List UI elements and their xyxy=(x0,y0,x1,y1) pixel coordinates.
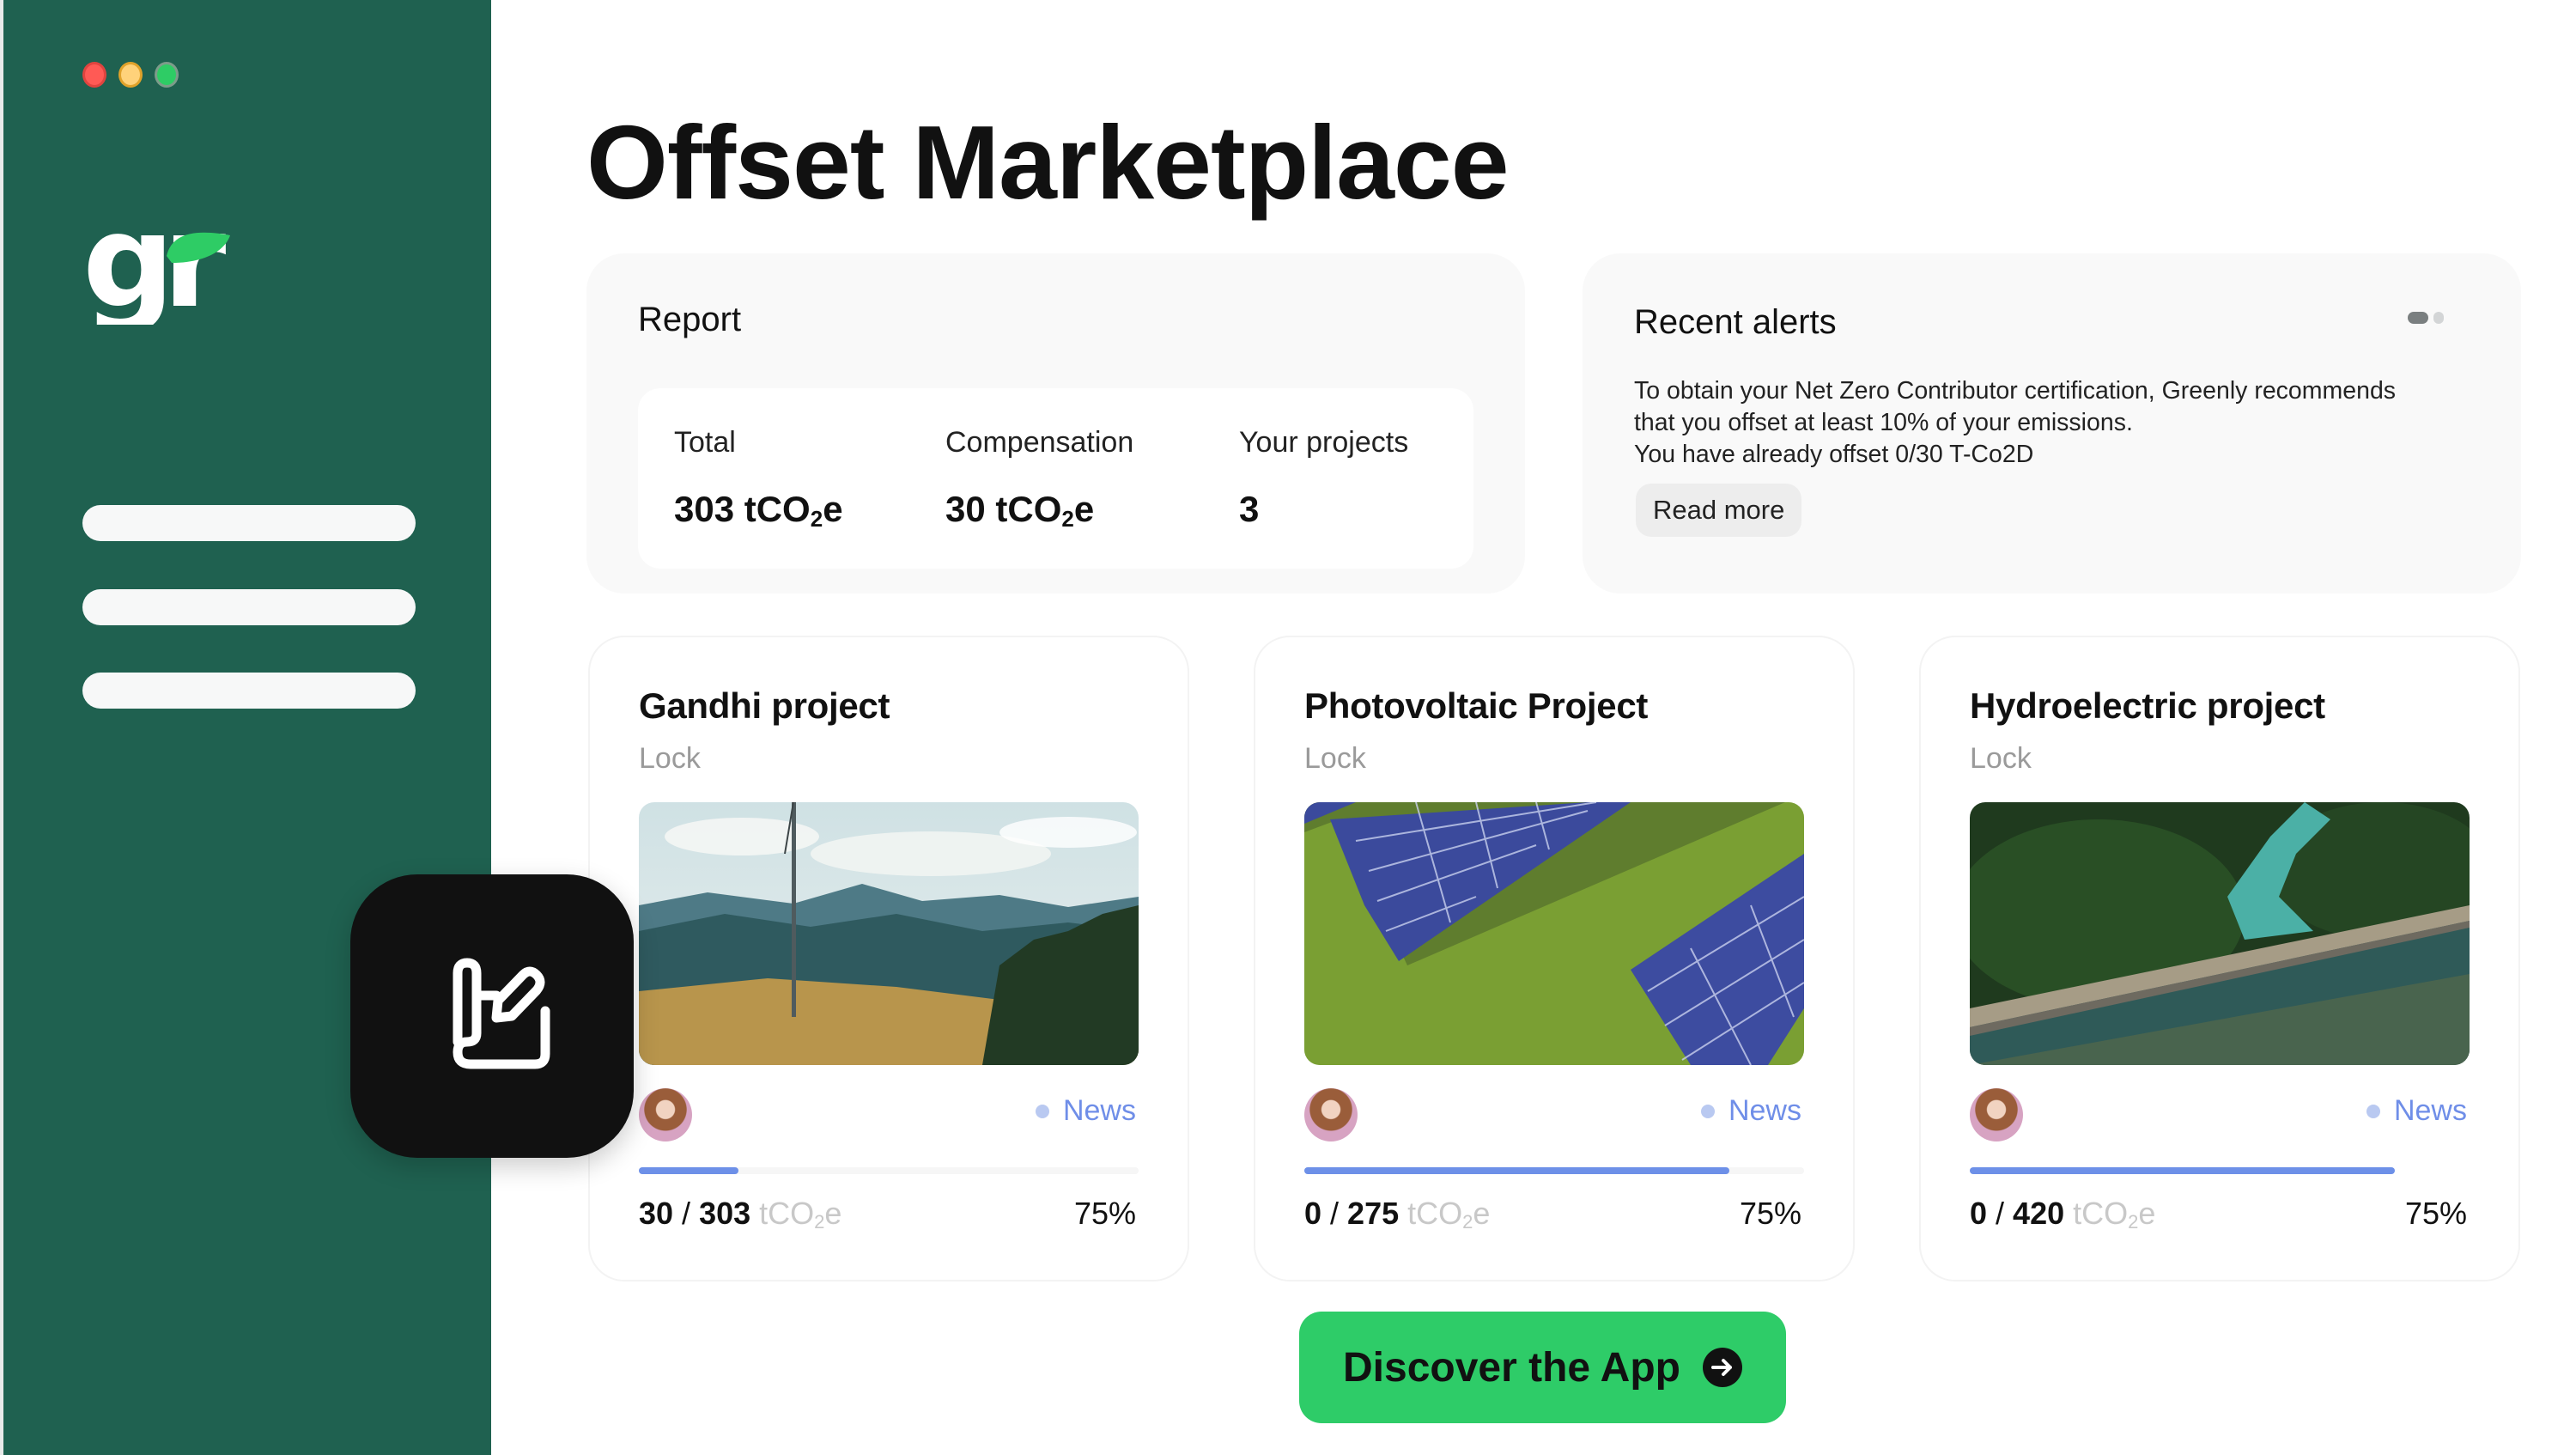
discover-app-button[interactable]: Discover the App xyxy=(1299,1312,1786,1423)
progress-percent: 75% xyxy=(1739,1196,1801,1231)
stat-label: Compensation xyxy=(945,426,1134,459)
news-label: News xyxy=(1062,1094,1136,1127)
greenly-logo[interactable]: gr xyxy=(82,187,238,337)
arrow-right-icon xyxy=(1702,1348,1742,1387)
news-tag[interactable]: News xyxy=(1035,1094,1136,1128)
maximize-window-button[interactable] xyxy=(155,62,179,88)
project-card[interactable]: Hydroelectric project Lock News 0 / 420 … xyxy=(1919,636,2520,1281)
progress-bar xyxy=(639,1167,1139,1174)
progress-bar xyxy=(1304,1167,1804,1174)
stat-value: 30 tCO2e xyxy=(945,489,1095,532)
progress-percent: 75% xyxy=(2404,1196,2467,1231)
report-stats: Total 303 tCO2e Compensation 30 tCO2e Yo… xyxy=(638,388,1473,569)
logo-text: gr xyxy=(82,213,226,325)
project-card[interactable]: Photovoltaic Project Lock News 0 / 275 t… xyxy=(1254,636,1855,1281)
news-tag[interactable]: News xyxy=(1700,1094,1801,1128)
project-image-hydro-dam xyxy=(1970,802,2470,1065)
project-status: Lock xyxy=(639,742,701,775)
offset-amount: 0 / 420 tCO2e xyxy=(1970,1196,2156,1233)
progress-fill xyxy=(1970,1167,2395,1174)
sidebar: gr xyxy=(0,0,491,1455)
news-tag[interactable]: News xyxy=(2366,1094,2467,1128)
close-window-button[interactable] xyxy=(82,62,106,88)
stat-value: 303 tCO2e xyxy=(674,489,843,532)
stat-label: Your projects xyxy=(1239,426,1409,459)
project-title: Photovoltaic Project xyxy=(1304,685,1649,726)
offset-amount: 30 / 303 tCO2e xyxy=(639,1196,842,1233)
project-status: Lock xyxy=(1304,742,1366,775)
page-title: Offset Marketplace xyxy=(586,104,1510,221)
app-icon[interactable] xyxy=(350,874,634,1158)
minimize-window-button[interactable] xyxy=(118,62,143,88)
project-title: Hydroelectric project xyxy=(1970,685,2325,726)
alerts-title: Recent alerts xyxy=(1634,303,1837,341)
stat-label: Total xyxy=(674,426,736,459)
progress-fill xyxy=(1304,1167,1729,1174)
project-title: Gandhi project xyxy=(639,685,890,726)
progress-percent: 75% xyxy=(1073,1196,1136,1231)
project-image-solar-panels xyxy=(1304,802,1804,1065)
sidebar-nav-item-2[interactable] xyxy=(82,589,416,625)
stat-compensation: Compensation 30 tCO2e xyxy=(945,426,1133,530)
offset-amount: 0 / 275 tCO2e xyxy=(1304,1196,1491,1233)
sidebar-nav-item-3[interactable] xyxy=(82,673,416,709)
edit-document-icon xyxy=(453,958,550,1069)
news-dot-icon xyxy=(1700,1104,1715,1118)
avatar[interactable] xyxy=(639,1088,692,1141)
stat-your-projects: Your projects 3 xyxy=(1239,426,1408,530)
carousel-dot-active[interactable] xyxy=(2408,312,2428,324)
alert-line: that you offset at least 10% of your emi… xyxy=(1634,409,2133,436)
news-dot-icon xyxy=(1035,1104,1049,1118)
alert-line: To obtain your Net Zero Contributor cert… xyxy=(1634,377,2397,405)
avatar[interactable] xyxy=(1304,1088,1358,1141)
news-label: News xyxy=(2393,1094,2467,1127)
sidebar-nav-item-1[interactable] xyxy=(82,505,416,541)
project-status: Lock xyxy=(1970,742,2032,775)
alert-line: You have already offset 0/30 T-Co2D xyxy=(1634,441,2034,468)
carousel-dot[interactable] xyxy=(2433,312,2444,324)
news-label: News xyxy=(1728,1094,1801,1127)
stat-value: 3 xyxy=(1239,489,1260,529)
alert-message: To obtain your Net Zero Contributor cert… xyxy=(1634,375,2484,471)
avatar[interactable] xyxy=(1970,1088,2023,1141)
recent-alerts-panel: Recent alerts To obtain your Net Zero Co… xyxy=(1583,253,2521,594)
stat-total: Total 303 tCO2e xyxy=(674,426,843,530)
report-panel: Report Total 303 tCO2e Compensation 30 t… xyxy=(586,253,1525,594)
carousel-indicator xyxy=(2408,312,2444,324)
window-controls xyxy=(82,62,179,88)
project-image-wind-turbine xyxy=(639,802,1139,1065)
progress-bar xyxy=(1970,1167,2470,1174)
project-card[interactable]: Gandhi project Lock News 30 / 303 tCO2e … xyxy=(588,636,1189,1281)
news-dot-icon xyxy=(2366,1104,2380,1118)
report-title: Report xyxy=(638,301,742,338)
cta-label: Discover the App xyxy=(1343,1344,1680,1391)
read-more-button[interactable]: Read more xyxy=(1636,484,1802,537)
progress-fill xyxy=(639,1167,739,1174)
